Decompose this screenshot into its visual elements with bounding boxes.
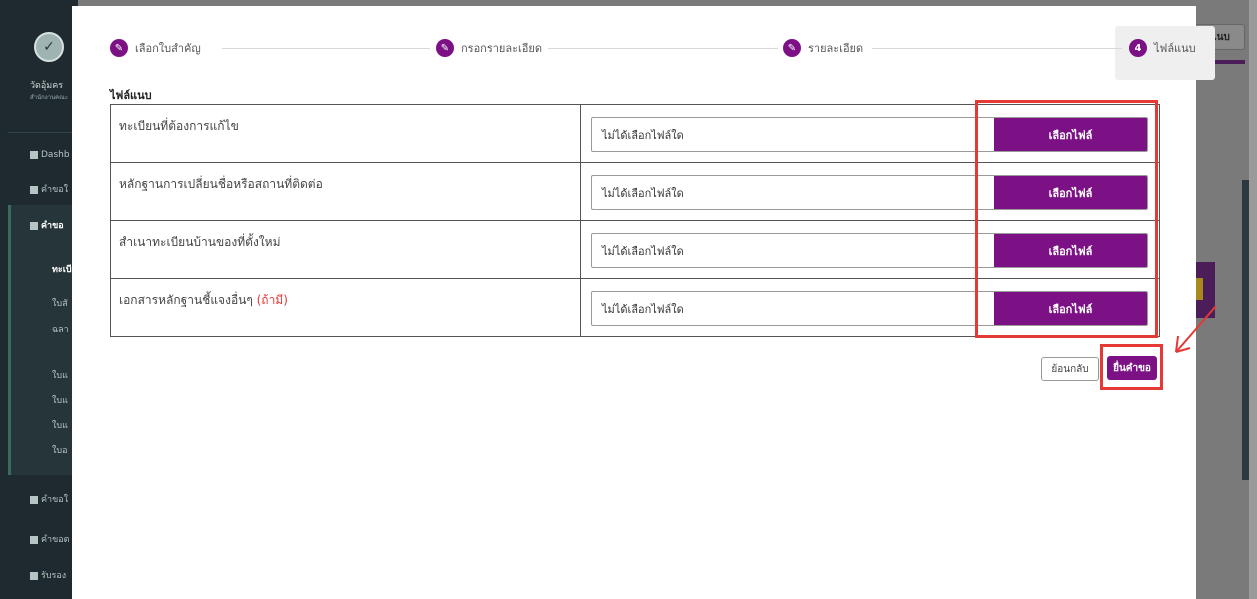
sidebar-item-copy-request[interactable]: คำขอใ bbox=[30, 492, 78, 506]
sidebar-item-renew-request[interactable]: คำขอต bbox=[30, 532, 78, 546]
section-title: ไฟล์แนบ bbox=[110, 89, 152, 102]
annotation-arrow-icon bbox=[1175, 305, 1217, 353]
attachment-label: หลักฐานการเปลี่ยนชื่อหรือสถานที่ติดต่อ bbox=[110, 162, 581, 221]
logo-icon: ✓ bbox=[34, 32, 64, 62]
step-attachments[interactable]: 4 ไฟล์แนบ bbox=[1129, 39, 1202, 57]
step-fill-details[interactable]: ✎ กรอกรายละเอียด bbox=[436, 39, 548, 57]
document-icon bbox=[30, 185, 38, 194]
sidebar-item-edit-request[interactable]: คำขอ bbox=[30, 218, 78, 232]
pencil-icon: ✎ bbox=[110, 39, 128, 57]
file-name-text: ไม่ได้เลือกไฟล์ใด bbox=[602, 302, 684, 316]
sidebar-item-certify[interactable]: รับรอง bbox=[30, 568, 78, 582]
sidebar-active-group bbox=[8, 205, 78, 475]
step-details[interactable]: ✎ รายละเอียด bbox=[783, 39, 870, 57]
sidebar-item-dashboard[interactable]: Dashb bbox=[30, 150, 78, 160]
file-icon bbox=[30, 535, 38, 544]
attachment-label: สำเนาทะเบียนบ้านของที่ตั้งใหม่ bbox=[110, 220, 581, 279]
back-button[interactable]: ย้อนกลับ bbox=[1041, 357, 1099, 381]
stepper: ✎ เลือกใบสำคัญ ✎ กรอกรายละเอียด ✎ รายละเ… bbox=[110, 26, 1215, 82]
file-name-text: ไม่ได้เลือกไฟล์ใด bbox=[602, 128, 684, 142]
annotation-highlight-box bbox=[975, 100, 1158, 338]
step-connector bbox=[222, 48, 430, 49]
sidebar-item-requests[interactable]: คำขอใ bbox=[30, 182, 78, 196]
brand-subtitle: สำนักงานคณะ bbox=[30, 94, 68, 101]
copy-icon bbox=[30, 495, 38, 504]
sidebar-divider bbox=[8, 132, 78, 133]
step-connector bbox=[872, 48, 1122, 49]
pencil-icon: ✎ bbox=[436, 39, 454, 57]
dashboard-icon bbox=[30, 150, 38, 159]
edit-icon bbox=[30, 221, 38, 230]
attachment-modal: ✎ เลือกใบสำคัญ ✎ กรอกรายละเอียด ✎ รายละเ… bbox=[72, 6, 1215, 599]
background-yellow-block bbox=[1195, 278, 1203, 300]
card-icon bbox=[30, 571, 38, 580]
step-number: 4 bbox=[1129, 39, 1147, 57]
pencil-icon: ✎ bbox=[783, 39, 801, 57]
file-name-text: ไม่ได้เลือกไฟล์ใด bbox=[602, 186, 684, 200]
attachment-label: เอกสารหลักฐานชี้แจงอื่นๆ (ถ้ามี) bbox=[110, 278, 581, 337]
attachment-label: ทะเบียนที่ต้องการแก้ไข bbox=[110, 104, 581, 163]
brand-name: วัดอุ้มคร bbox=[30, 81, 64, 91]
submit-button[interactable]: ยื่นคำขอ bbox=[1107, 356, 1157, 380]
step-select-certificate[interactable]: ✎ เลือกใบสำคัญ bbox=[110, 39, 207, 57]
page-scrollbar[interactable] bbox=[1249, 0, 1257, 599]
file-name-text: ไม่ได้เลือกไฟล์ใด bbox=[602, 244, 684, 258]
step-connector bbox=[548, 48, 778, 49]
optional-tag: (ถ้ามี) bbox=[256, 293, 288, 307]
